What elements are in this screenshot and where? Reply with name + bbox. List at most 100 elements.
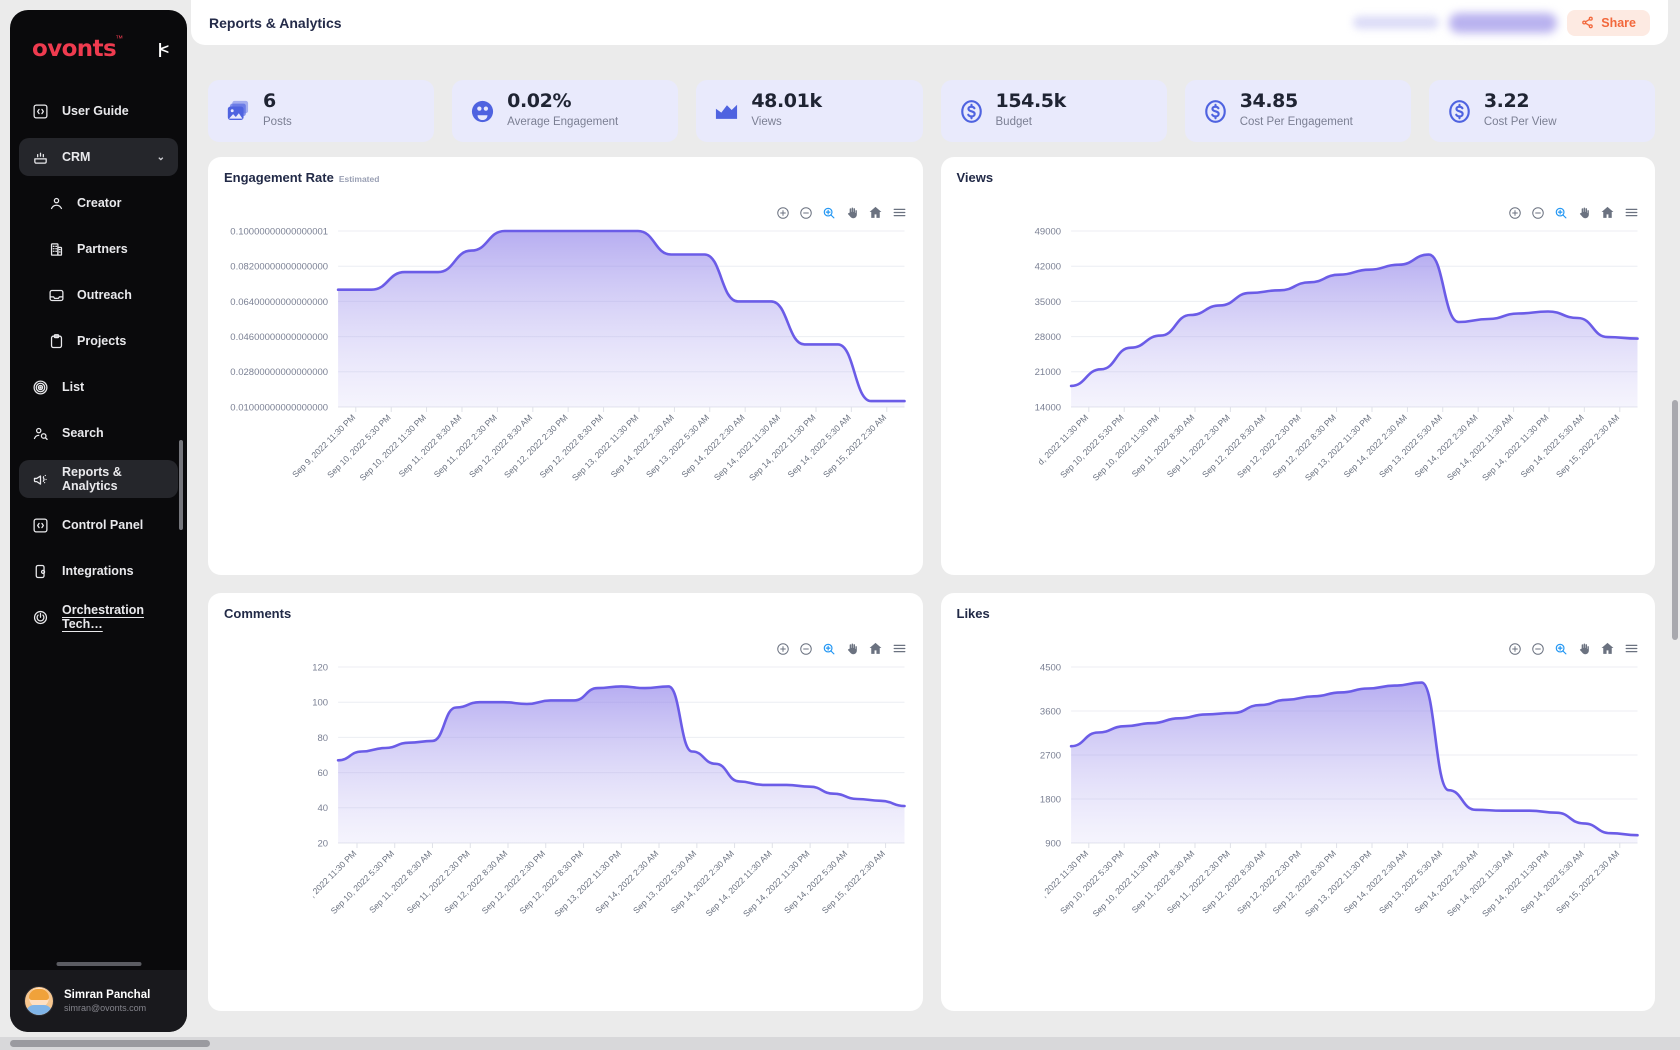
sidebar-item-crm[interactable]: CRM ⌄	[19, 138, 178, 176]
chart-toolbar	[1508, 641, 1639, 656]
svg-text:Sep 12, 2022 8:30 PM: Sep 12, 2022 8:30 PM	[517, 848, 585, 916]
share-button[interactable]: Share	[1567, 9, 1650, 36]
zoom-out-icon[interactable]	[799, 642, 813, 656]
stat-label: Views	[751, 115, 782, 128]
panning-icon[interactable]	[1577, 206, 1591, 220]
svg-text:40: 40	[318, 803, 329, 814]
menu-icon[interactable]	[1624, 205, 1639, 220]
sidebar-item-partners[interactable]: Partners	[19, 230, 178, 268]
stat-card-cost-per-engagement: 34.85 Cost Per Engagement	[1184, 80, 1411, 142]
zoom-out-icon[interactable]	[1531, 206, 1545, 220]
sidebar-item-orchestration-tech[interactable]: Orchestration Tech…	[19, 598, 178, 636]
reset-zoom-icon[interactable]	[868, 205, 883, 220]
zoom-in-icon[interactable]	[776, 206, 790, 220]
sidebar-item-label: User Guide	[62, 104, 129, 118]
sidebar-scrollbar[interactable]	[179, 440, 183, 530]
sidebar-item-search[interactable]: Search	[19, 414, 178, 452]
sidebar-item-creator[interactable]: Creator	[19, 184, 178, 222]
selection-zoom-icon[interactable]	[1554, 642, 1568, 656]
chart-toolbar	[776, 641, 907, 656]
svg-text:Sep 13, 2022 5:30 AM: Sep 13, 2022 5:30 AM	[1376, 848, 1443, 915]
building-icon	[48, 241, 65, 258]
stat-label: Posts	[263, 115, 292, 128]
zoom-in-icon[interactable]	[1508, 642, 1522, 656]
stat-label: Cost Per View	[1483, 115, 1557, 128]
chart-title-text: Likes	[956, 606, 990, 621]
sidebar-user-profile[interactable]: Simran Panchal simran@ovonts.com	[10, 970, 187, 1032]
sidebar-item-list[interactable]: List	[19, 368, 178, 406]
app-root: ovonts ™ |< User Guide CRM ⌄ Creator Partner…	[0, 0, 1680, 1050]
svg-text:Sep 12, 2022 8:30 PM: Sep 12, 2022 8:30 PM	[1270, 848, 1338, 916]
chart-title: Comments	[224, 606, 291, 621]
svg-text:Sep 14, 2022 11:30 PM: Sep 14, 2022 11:30 PM	[747, 412, 818, 482]
page-title: Reports & Analytics	[209, 14, 342, 31]
panning-icon[interactable]	[845, 206, 859, 220]
obscured-control-a[interactable]	[1353, 16, 1440, 29]
svg-text:Sep 12, 2022 8:30 PM: Sep 12, 2022 8:30 PM	[1270, 412, 1338, 480]
svg-text:Sep 13, 2022 11:30 PM: Sep 13, 2022 11:30 PM	[552, 848, 623, 918]
svg-text:Sep 14, 2022 11:30 AM: Sep 14, 2022 11:30 AM	[1444, 412, 1514, 482]
svg-text:21000: 21000	[1034, 367, 1060, 378]
main-content: Reports & Analytics Share 6 Posts 0.02% Ave…	[191, 0, 1680, 1040]
sidebar-item-label: Reports & Analytics	[62, 465, 122, 493]
chart-title: Views	[957, 170, 994, 185]
obscured-control-b[interactable]	[1449, 12, 1558, 33]
svg-text:Sep 11, 2022 2:30 PM: Sep 11, 2022 2:30 PM	[1164, 412, 1231, 479]
brand-logo[interactable]: ovonts ™	[32, 34, 123, 62]
svg-text:Sep 14, 2022 2:30 AM: Sep 14, 2022 2:30 AM	[669, 848, 736, 915]
sidebar-item-user-guide[interactable]: User Guide	[19, 92, 178, 130]
chart-plot-area[interactable]: 0.01000000000000000 0.02800000000000000 0.…	[208, 219, 923, 575]
chart-plot-area[interactable]: 14000 21000 28000 35000 42000 49000 d, 2022 11…	[941, 219, 1656, 575]
chart-title-text: Views	[956, 170, 994, 185]
svg-text:Sep 12, 2022 2:30 PM: Sep 12, 2022 2:30 PM	[502, 412, 570, 480]
page-horizontal-scrollbar[interactable]	[10, 1040, 210, 1047]
sidebar-item-outreach[interactable]: Outreach	[19, 276, 178, 314]
svg-text:Sep 11, 2022 2:30 PM: Sep 11, 2022 2:30 PM	[405, 848, 472, 915]
svg-text:Sep 10, 2022 11:30 PM: Sep 10, 2022 11:30 PM	[357, 412, 428, 482]
svg-text:Sep 14, 2022 2:30 AM: Sep 14, 2022 2:30 AM	[679, 412, 746, 479]
svg-text:3600: 3600	[1039, 706, 1060, 717]
code-brackets-icon	[32, 517, 49, 534]
sidebar-item-integrations[interactable]: Integrations	[19, 552, 178, 590]
chevron-down-icon[interactable]: ⌄	[157, 152, 165, 163]
svg-text:0.08200000000000000: 0.08200000000000000	[230, 262, 328, 273]
svg-text:20: 20	[318, 838, 329, 849]
power-dial-icon	[32, 609, 49, 626]
menu-icon[interactable]	[1624, 641, 1639, 656]
panning-icon[interactable]	[1577, 642, 1591, 656]
zoom-out-icon[interactable]	[1531, 642, 1545, 656]
reset-zoom-icon[interactable]	[868, 641, 883, 656]
menu-icon[interactable]	[892, 205, 907, 220]
reset-zoom-icon[interactable]	[1600, 641, 1615, 656]
collapse-left-icon[interactable]: |<	[158, 42, 169, 57]
engagement-face-icon	[469, 98, 496, 125]
sidebar-item-reports-analytics[interactable]: Reports & Analytics	[19, 460, 178, 498]
sidebar-item-label: Outreach	[77, 288, 132, 302]
svg-text:Sep 10, 2022 5:30 PM: Sep 10, 2022 5:30 PM	[325, 412, 393, 480]
sidebar-item-control-panel[interactable]: Control Panel	[19, 506, 178, 544]
panning-icon[interactable]	[845, 642, 859, 656]
menu-icon[interactable]	[892, 641, 907, 656]
stat-value: 34.85	[1239, 89, 1299, 112]
chart-plot-area[interactable]: 900 1800 2700 3600 4500, 2022 11:30 PM Sep 10…	[941, 655, 1656, 1011]
page-vertical-scrollbar[interactable]	[1672, 400, 1678, 640]
selection-zoom-icon[interactable]	[822, 642, 836, 656]
chart-plot-area[interactable]: 20 40 60 80 100 120, 2022 11:30 PM Sep 10, 202…	[208, 655, 923, 1011]
zoom-in-icon[interactable]	[776, 642, 790, 656]
stat-value: 154.5k	[995, 89, 1067, 112]
zoom-out-icon[interactable]	[799, 206, 813, 220]
zoom-in-icon[interactable]	[1508, 206, 1522, 220]
sidebar-drag-handle[interactable]	[56, 962, 141, 966]
reset-zoom-icon[interactable]	[1600, 205, 1615, 220]
selection-zoom-icon[interactable]	[822, 206, 836, 220]
svg-text:Sep 11, 2022 8:30 AM: Sep 11, 2022 8:30 AM	[1129, 412, 1196, 479]
svg-text:60: 60	[318, 768, 329, 779]
selection-zoom-icon[interactable]	[1554, 206, 1568, 220]
svg-text:1800: 1800	[1039, 794, 1060, 805]
dollar-circle-icon	[1202, 98, 1229, 125]
sidebar-item-projects[interactable]: Projects	[19, 322, 178, 360]
chart-toolbar	[776, 205, 907, 220]
svg-text:2700: 2700	[1039, 750, 1060, 761]
svg-text:14000: 14000	[1034, 402, 1060, 413]
svg-text:Sep 10, 2022 11:30 PM: Sep 10, 2022 11:30 PM	[1090, 848, 1161, 918]
